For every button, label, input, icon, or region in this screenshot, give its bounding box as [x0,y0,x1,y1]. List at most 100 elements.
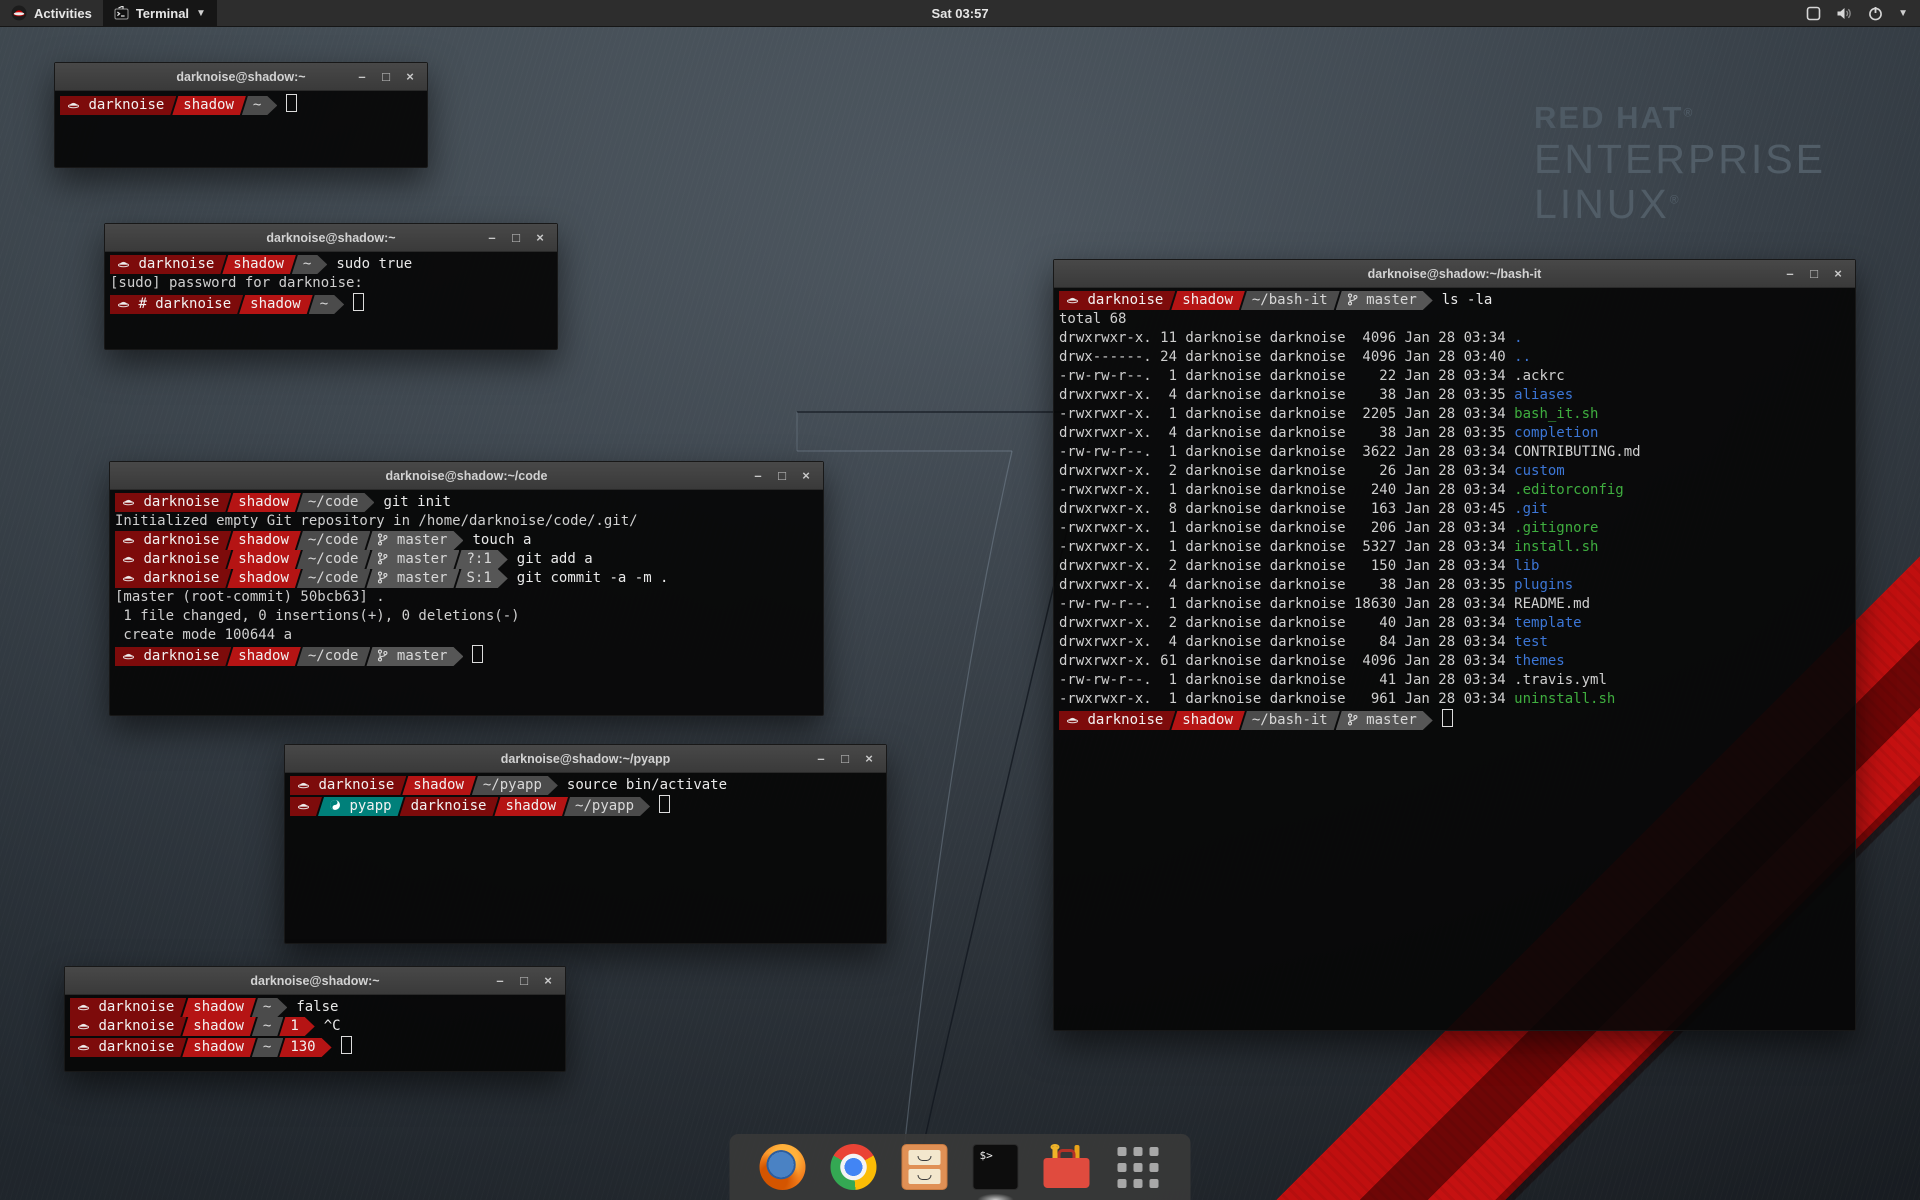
file-name: completion [1514,425,1598,441]
redhat-prompt-icon [1066,713,1079,726]
titlebar[interactable]: darknoise@shadow:~/code – □ × [110,462,823,490]
terminal-line: darknoiseshadow~ [60,94,422,113]
redhat-prompt-icon [77,1019,90,1032]
typed-command: git init [383,494,450,510]
terminal-content[interactable]: darknoiseshadow~/codegit initInitialized… [110,490,823,667]
terminal-line: darknoiseshadow~/code master?:1git add a [115,550,818,569]
close-button[interactable]: × [796,466,816,486]
close-button[interactable]: × [538,971,558,991]
minimize-button[interactable]: – [352,67,372,87]
terminal-line: total 68 [1059,310,1850,329]
volume-icon [1836,6,1853,21]
maximize-button[interactable]: □ [835,749,855,769]
minimize-button[interactable]: – [748,466,768,486]
terminal-output: drwxrwxr-x. 4 darknoise darknoise 84 Jan… [1059,634,1514,650]
terminal-prompt-glyph: $> [980,1149,993,1162]
terminal-launcher-icon[interactable]: $> [973,1144,1019,1190]
rhel-branding: RED HAT® ENTERPRISE LINUX® [1534,102,1826,225]
terminal-output: -rwxrwxr-x. 1 darknoise darknoise 5327 J… [1059,539,1514,555]
redhat-prompt-icon [117,297,130,310]
prompt-segment: shadow [227,550,301,569]
titlebar[interactable]: darknoise@shadow:~/bash-it – □ × [1054,260,1855,288]
prompt-segment: shadow [227,531,301,550]
chrome-icon[interactable] [831,1144,877,1190]
file-name: lib [1514,558,1539,574]
terminal-line: -rwxrwxr-x. 1 darknoise darknoise 206 Ja… [1059,519,1850,538]
prompt-segment: shadow [227,647,301,666]
file-name: .travis.yml [1514,672,1607,688]
app-grid-icon[interactable] [1115,1144,1161,1190]
terminal-content[interactable]: darknoiseshadow~/pyappsource bin/activat… [285,773,886,817]
terminal-line: drwxrwxr-x. 8 darknoise darknoise 163 Ja… [1059,500,1850,519]
close-button[interactable]: × [1828,264,1848,284]
prompt-segment: 130 [279,1038,331,1057]
titlebar[interactable]: darknoise@shadow:~ – □ × [65,967,565,995]
minimize-button[interactable]: – [811,749,831,769]
minimize-button[interactable]: – [490,971,510,991]
file-manager-icon[interactable] [902,1144,948,1190]
clock[interactable]: Sat 03:57 [921,0,998,26]
typed-command: git add a [517,551,593,567]
redhat-prompt-icon [122,533,135,546]
maximize-button[interactable]: □ [772,466,792,486]
terminal-line: drwxrwxr-x. 2 darknoise darknoise 26 Jan… [1059,462,1850,481]
redhat-prompt-icon [122,552,135,565]
minimize-button[interactable]: – [1780,264,1800,284]
redhat-prompt-icon [1066,293,1079,306]
prompt-segment: shadow [182,998,256,1017]
terminal-content[interactable]: darknoiseshadow~ [55,91,427,116]
prompt-segment: master [366,531,463,550]
prompt-segment: shadow [239,295,313,314]
close-button[interactable]: × [859,749,879,769]
maximize-button[interactable]: □ [1804,264,1824,284]
prompt-segment: pyapp [318,797,404,816]
minimize-button[interactable]: – [482,228,502,248]
app-menu-terminal[interactable]: Terminal ▼ [103,0,217,26]
maximize-button[interactable]: □ [514,971,534,991]
prompt-segment: ~/bash-it [1241,291,1340,310]
terminal-output: drwxrwxr-x. 2 darknoise darknoise 26 Jan… [1059,463,1514,479]
prompt-segment: darknoise [1059,291,1175,310]
terminal-cursor [659,795,670,813]
activities-button[interactable]: Activities [0,0,103,26]
prompt-segment: darknoise [400,797,499,816]
activities-label: Activities [34,6,92,21]
redhat-prompt-icon [67,98,80,111]
typed-command: sudo true [336,256,412,272]
system-status-area[interactable]: ▼ [1794,0,1920,26]
terminal-line: darknoiseshadow~1^C [70,1017,560,1036]
prompt-segment: ~/code [297,569,371,588]
firefox-icon[interactable] [760,1144,806,1190]
terminal-line: drwxrwxr-x. 4 darknoise darknoise 84 Jan… [1059,633,1850,652]
terminal-output: drwxrwxr-x. 4 darknoise darknoise 38 Jan… [1059,387,1514,403]
power-icon [1868,6,1883,21]
close-button[interactable]: × [530,228,550,248]
maximize-button[interactable]: □ [506,228,526,248]
terminal-output: drwxrwxr-x. 11 darknoise darknoise 4096 … [1059,330,1514,346]
window-title: darknoise@shadow:~/bash-it [1054,267,1855,281]
terminal-output: -rw-rw-r--. 1 darknoise darknoise 22 Jan… [1059,368,1514,384]
terminal-output: drwx------. 24 darknoise darknoise 4096 … [1059,349,1514,365]
titlebar[interactable]: darknoise@shadow:~ – □ × [105,224,557,252]
terminal-output: -rwxrwxr-x. 1 darknoise darknoise 961 Ja… [1059,691,1514,707]
file-name: README.md [1514,596,1590,612]
terminal-output: -rwxrwxr-x. 1 darknoise darknoise 2205 J… [1059,406,1514,422]
maximize-button[interactable]: □ [376,67,396,87]
terminal-output: -rwxrwxr-x. 1 darknoise darknoise 206 Ja… [1059,520,1514,536]
terminal-content[interactable]: darknoiseshadow~false darknoiseshadow~1^… [65,995,565,1058]
terminal-line: drwxrwxr-x. 11 darknoise darknoise 4096 … [1059,329,1850,348]
titlebar[interactable]: darknoise@shadow:~ – □ × [55,63,427,91]
close-button[interactable]: × [400,67,420,87]
prompt-segment: shadow [227,493,301,512]
typed-command: ls -la [1442,292,1493,308]
terminal-line: drwxrwxr-x. 4 darknoise darknoise 38 Jan… [1059,576,1850,595]
toolbox-icon[interactable] [1044,1144,1090,1190]
prompt-segment [290,797,322,816]
terminal-line: -rwxrwxr-x. 1 darknoise darknoise 240 Ja… [1059,481,1850,500]
terminal-content[interactable]: darknoiseshadow~/bash-it masterls -latot… [1054,288,1855,731]
titlebar[interactable]: darknoise@shadow:~/pyapp – □ × [285,745,886,773]
prompt-segment: ?:1 [455,550,507,569]
terminal-window-home-small: darknoise@shadow:~ – □ × darknoiseshadow… [54,62,428,168]
redhat-prompt-icon [117,257,130,270]
terminal-content[interactable]: darknoiseshadow~sudo true[sudo] password… [105,252,557,315]
